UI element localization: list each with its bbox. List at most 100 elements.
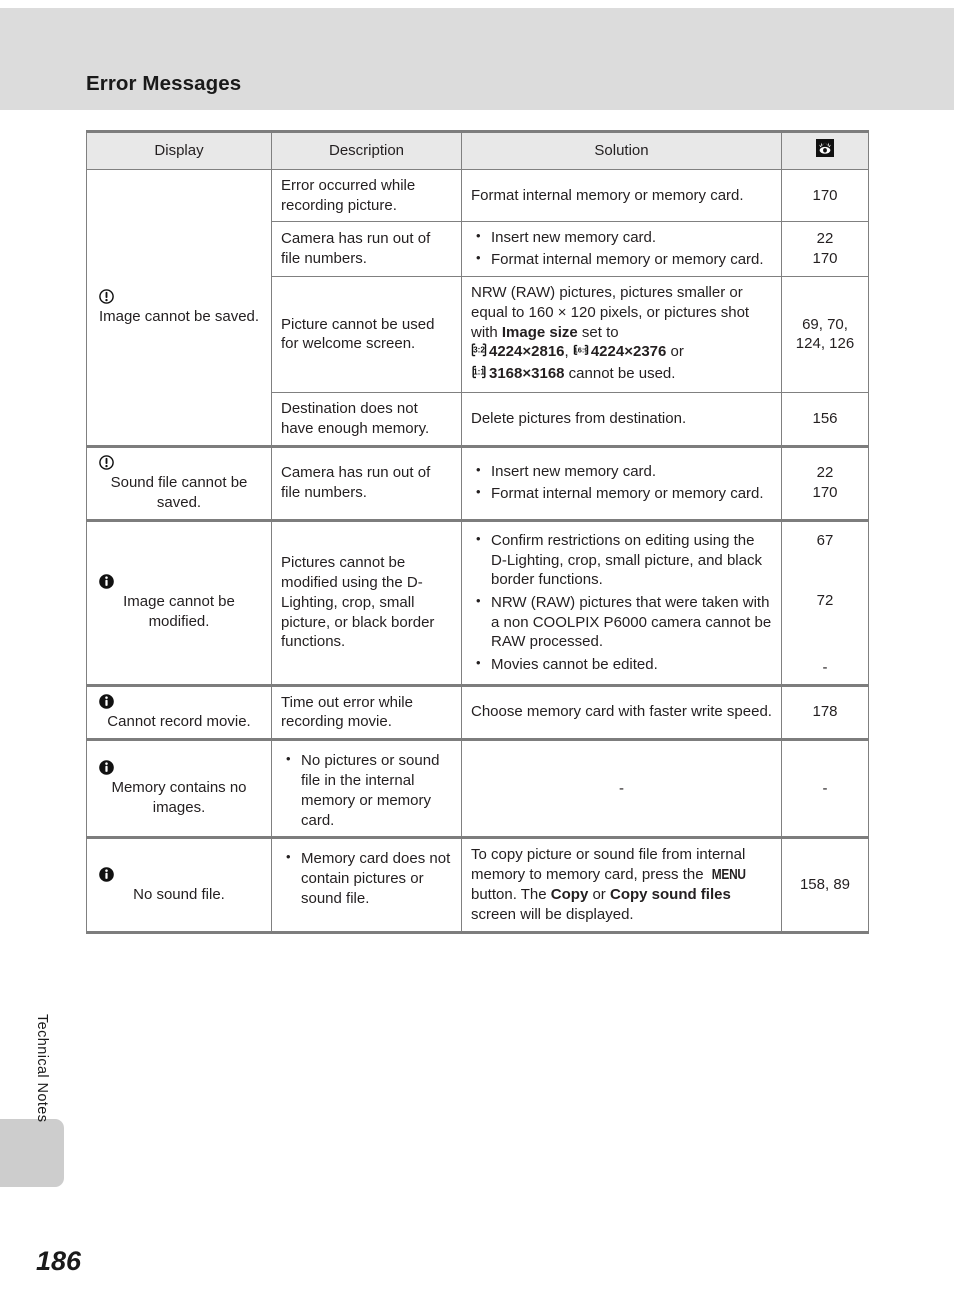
solution-bullet-list: Confirm restrictions on editing using th… [471,530,772,675]
reference-line: 22 [816,464,834,482]
solution-size-1: 4224×2816 [489,343,565,361]
info-circle-icon [98,866,262,883]
solution-bold-copy-sound-files: Copy sound files [609,886,731,904]
description-bullet-list: No pictures or sound file in the interna… [281,750,452,830]
reference-cell: 67 72 - [781,518,869,686]
table-row: Image cannot be saved. Error occurred wh… [86,168,869,447]
page-number: 186 [36,1246,82,1276]
page-title: Error Messages [86,72,242,95]
solution-cell: - [461,738,782,839]
solution-text-or: or [588,886,610,904]
menu-button-glyph: MENU [711,867,746,884]
display-cell-memory-contains-no-images: Memory contains no images. [86,738,272,839]
description-cell: Destination does not have enough memory. [271,391,462,447]
reference-line: - [822,658,828,676]
svg-text:16:9: 16:9 [573,346,588,355]
reference-cell: 170 [781,168,869,223]
solution-text-lead: To copy picture or sound file from inter… [471,846,746,884]
table-header-row: Display Description Solution [86,131,869,170]
display-cell-no-sound-file: No sound file. [86,836,272,933]
table-row: Cannot record movie. Time out error whil… [86,683,869,741]
display-message-text: Sound file cannot be saved. [110,473,248,511]
description-cell: Time out error while recording movie. [271,683,462,741]
solution-cell: Insert new memory card. Format internal … [461,444,782,521]
list-item: Format internal memory or memory card. [476,483,772,504]
solution-bullet-list: Insert new memory card. Format internal … [471,461,772,504]
table-row: Image cannot be modified. Pictures canno… [86,518,869,686]
list-item: No pictures or sound file in the interna… [286,750,452,830]
list-item: Insert new memory card. [476,461,772,482]
description-cell: No pictures or sound file in the interna… [271,738,462,839]
solution-text-tail: cannot be used. [564,365,676,383]
solution-text-mid: button. The [471,886,551,904]
svg-text:1:1: 1:1 [473,368,485,377]
description-cell: Error occurred while recording picture. [271,168,462,223]
display-message-text: Cannot record movie. [107,712,251,730]
list-item: Confirm restrictions on editing using th… [476,530,772,591]
display-message-text: Image cannot be modified. [123,593,235,631]
column-header-description: Description [271,131,462,170]
table-row: Memory contains no images. No pictures o… [86,738,869,839]
info-circle-icon [98,759,262,776]
solution-size-3: 3168×3168 [489,365,565,383]
display-cell-image-cannot-be-modified: Image cannot be modified. [86,518,272,686]
reference-cell: 156 [781,391,869,447]
display-cell-cannot-record-movie: Cannot record movie. [86,683,272,741]
warning-circle-icon [98,454,262,471]
description-bullet-list: Memory card does not contain pictures or… [281,848,452,908]
error-messages-table: Display Description Solution Image canno… [86,130,869,934]
list-item: Format internal memory or memory card. [476,249,772,270]
info-circle-icon [98,693,262,710]
reference-line: 124, 126 [795,335,855,353]
error-messages-table-wrapper: Display Description Solution Image canno… [86,130,869,934]
reference-line: 72 [816,591,834,609]
solution-sep-1: , [564,343,573,361]
description-cell: Camera has run out of file numbers. [271,444,462,521]
aspect-ratio-1-1-icon: 1:1 [471,364,487,386]
display-cell-sound-file-cannot-be-saved: Sound file cannot be saved. [86,444,272,521]
aspect-ratio-3-2-icon: 3:2 [471,342,487,364]
solution-text-tail: screen will be displayed. [471,906,634,924]
column-header-reference [781,131,869,170]
table-row: Sound file cannot be saved. Camera has r… [86,444,869,521]
solution-bold-copy: Copy [550,886,589,904]
solution-cell: Choose memory card with faster write spe… [461,683,782,741]
display-message-text: No sound file. [133,885,225,903]
reference-cell: 69, 70, 124, 126 [781,275,869,393]
list-item: NRW (RAW) pictures that were taken with … [476,592,772,653]
list-item: Movies cannot be edited. [476,654,772,675]
list-item: Memory card does not contain pictures or… [286,848,452,908]
solution-cell-copy: To copy picture or sound file from inter… [461,836,782,933]
reference-line: 69, 70, [802,315,848,333]
description-cell: Memory card does not contain pictures or… [271,836,462,933]
column-header-solution: Solution [461,131,782,170]
solution-cell: Format internal memory or memory card. [461,168,782,223]
display-message-text: Image cannot be saved. [98,307,260,325]
solution-cell-welcome-screen: NRW (RAW) pictures, pictures smaller or … [461,275,782,393]
solution-bullet-list: Insert new memory card. Format internal … [471,227,772,270]
solution-bold-image-size: Image size [501,323,578,341]
display-message-text: Memory contains no images. [111,779,247,817]
solution-size-2: 4224×2376 [590,343,667,361]
svg-text:3:2: 3:2 [473,346,485,355]
reference-line: 67 [816,531,834,549]
column-header-display: Display [86,131,272,170]
description-cell: Picture cannot be used for welcome scree… [271,275,462,393]
reference-cell: - [781,738,869,839]
reference-line: 22 [816,230,834,248]
list-item: Insert new memory card. [476,227,772,248]
reference-cell: 22 170 [781,444,869,521]
display-cell-image-cannot-be-saved: Image cannot be saved. [86,168,272,447]
warning-circle-icon [98,288,262,305]
reference-cell: 22 170 [781,221,869,277]
solution-text-mid: set to [577,323,619,341]
aspect-ratio-16-9-icon: 16:9 [573,342,589,364]
solution-cell: Insert new memory card. Format internal … [461,221,782,277]
solution-sep-2: or [666,343,684,361]
info-circle-icon [98,573,262,590]
reference-line: 170 [812,484,838,502]
reference-line: 170 [812,250,838,268]
solution-cell: Delete pictures from destination. [461,391,782,447]
description-cell: Camera has run out of file numbers. [271,221,462,277]
description-cell: Pictures cannot be modified using the D-… [271,518,462,686]
